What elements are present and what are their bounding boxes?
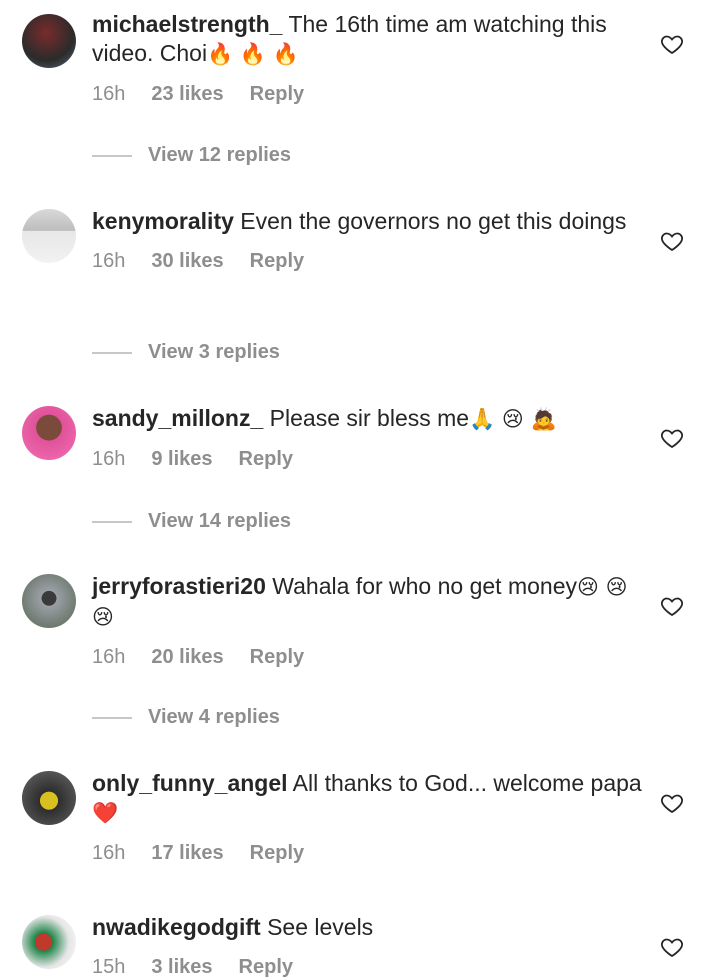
view-replies-label[interactable]: View 3 replies xyxy=(148,341,280,364)
view-replies-button[interactable]: View 4 replies xyxy=(92,706,280,729)
comment-text: only_funny_angel All thanks to God... we… xyxy=(92,769,647,828)
comment-username[interactable]: sandy_millonz_ xyxy=(92,405,263,431)
comment-likes[interactable]: 17 likes xyxy=(151,842,223,865)
reply-button[interactable]: Reply xyxy=(250,250,304,273)
view-replies-label[interactable]: View 4 replies xyxy=(148,706,280,729)
comment-likes[interactable]: 3 likes xyxy=(151,956,212,979)
comment-meta: 16h 20 likes Reply xyxy=(92,646,647,669)
comment-text: kenymorality Even the governors no get t… xyxy=(92,207,647,236)
divider-line xyxy=(92,716,132,719)
comment-content: Please sir bless me xyxy=(269,405,470,431)
reply-button[interactable]: Reply xyxy=(239,448,293,471)
comment-body: nwadikegodgift See levels 15h 3 likes Re… xyxy=(92,913,647,979)
comment-username[interactable]: kenymorality xyxy=(92,208,234,234)
comment-likes[interactable]: 30 likes xyxy=(151,250,223,273)
red-heart-emoji-icon: ❤️ xyxy=(92,801,119,825)
avatar[interactable] xyxy=(22,14,76,68)
comment-time: 16h xyxy=(92,250,126,272)
comment-meta: 15h 3 likes Reply xyxy=(92,956,647,979)
view-replies-button[interactable]: View 14 replies xyxy=(92,510,291,533)
view-replies-label[interactable]: View 12 replies xyxy=(148,144,291,167)
comment-content: Wahala for who no get money xyxy=(272,573,577,599)
comment-time: 15h xyxy=(92,956,126,978)
heart-icon[interactable] xyxy=(660,426,684,450)
comment-meta: 16h 23 likes Reply xyxy=(92,83,647,106)
comment-time: 16h xyxy=(92,83,126,105)
heart-icon[interactable] xyxy=(660,229,684,253)
comment-username[interactable]: nwadikegodgift xyxy=(92,914,261,940)
pray-emoji-icon: 🙏 😢 🙇 xyxy=(469,407,557,431)
comment-username[interactable]: michaelstrength_ xyxy=(92,11,282,37)
divider-line xyxy=(92,351,132,354)
comment-body: only_funny_angel All thanks to God... we… xyxy=(92,769,647,865)
reply-button[interactable]: Reply xyxy=(250,646,304,669)
view-replies-label[interactable]: View 14 replies xyxy=(148,510,291,533)
comment-content: All thanks to God... welcome papa xyxy=(292,770,642,796)
comment-time: 16h xyxy=(92,448,126,470)
comment-content: See levels xyxy=(267,914,374,940)
comment-text: nwadikegodgift See levels xyxy=(92,913,647,942)
comment-text: michaelstrength_ The 16th time am watchi… xyxy=(92,10,647,69)
comment-username[interactable]: only_funny_angel xyxy=(92,770,288,796)
comment-time: 16h xyxy=(92,842,126,864)
heart-icon[interactable] xyxy=(660,594,684,618)
reply-button[interactable]: Reply xyxy=(250,83,304,106)
view-replies-button[interactable]: View 3 replies xyxy=(92,341,280,364)
view-replies-button[interactable]: View 12 replies xyxy=(92,144,291,167)
comment-text: sandy_millonz_ Please sir bless me🙏 😢 🙇 xyxy=(92,404,647,434)
reply-button[interactable]: Reply xyxy=(250,842,304,865)
divider-line xyxy=(92,520,132,523)
comment-text: jerryforastieri20 Wahala for who no get … xyxy=(92,572,647,632)
comment-likes[interactable]: 20 likes xyxy=(151,646,223,669)
comment-meta: 16h 9 likes Reply xyxy=(92,448,647,471)
avatar[interactable] xyxy=(22,209,76,263)
divider-line xyxy=(92,154,132,157)
avatar[interactable] xyxy=(22,406,76,460)
comment-meta: 16h 30 likes Reply xyxy=(92,250,647,273)
comment-body: kenymorality Even the governors no get t… xyxy=(92,207,647,273)
comment-body: sandy_millonz_ Please sir bless me🙏 😢 🙇 … xyxy=(92,404,647,471)
avatar[interactable] xyxy=(22,915,76,969)
heart-icon[interactable] xyxy=(660,32,684,56)
comment-username[interactable]: jerryforastieri20 xyxy=(92,573,266,599)
comment-meta: 16h 17 likes Reply xyxy=(92,842,647,865)
comment-likes[interactable]: 23 likes xyxy=(151,83,223,106)
fire-emoji-icon: 🔥 🔥 🔥 xyxy=(207,42,299,66)
heart-icon[interactable] xyxy=(660,935,684,959)
comment-body: jerryforastieri20 Wahala for who no get … xyxy=(92,572,647,669)
reply-button[interactable]: Reply xyxy=(239,956,293,979)
comment-time: 16h xyxy=(92,646,126,668)
comment-likes[interactable]: 9 likes xyxy=(151,448,212,471)
avatar[interactable] xyxy=(22,771,76,825)
comment-content: Even the governors no get this doings xyxy=(240,208,627,234)
avatar[interactable] xyxy=(22,574,76,628)
comment-body: michaelstrength_ The 16th time am watchi… xyxy=(92,10,647,106)
heart-icon[interactable] xyxy=(660,791,684,815)
